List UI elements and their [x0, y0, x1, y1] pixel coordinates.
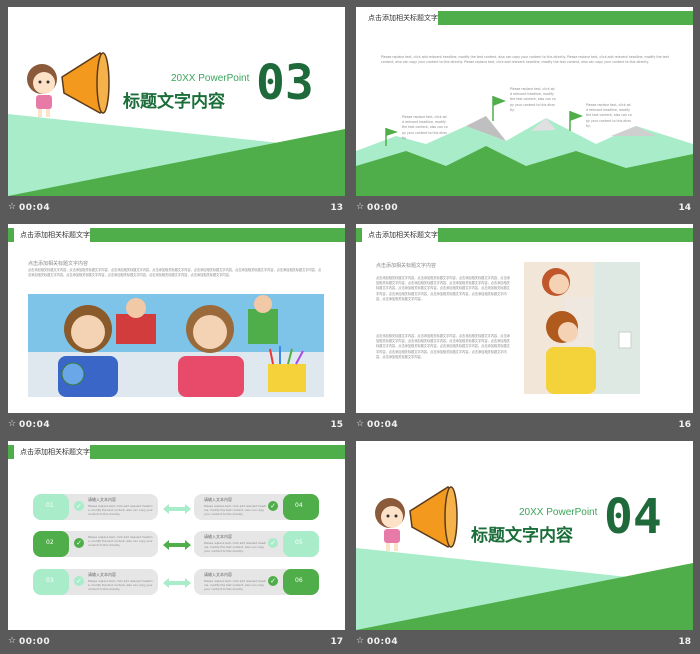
- step-05-text: Please replace text, click add relevant …: [204, 541, 266, 554]
- slide-13-chinese-title: 标题文字内容: [123, 92, 225, 112]
- slide-thumbnail-14[interactable]: 点击添加相关标题文字 Please replace text, click ad…: [356, 7, 693, 220]
- slide-13-english-title: 20XX PowerPoint: [171, 73, 250, 84]
- slide-17-number: 17: [330, 637, 343, 647]
- slide-16-body-2: 点击添加相关标题文字内容，点击添加相关标题文字内容，点击添加相关标题文字内容，点…: [376, 334, 510, 359]
- slide-16-header-title: 点击添加相关标题文字: [368, 231, 438, 239]
- slide-14-flag-text-1: Please replace text, click add relevant …: [402, 115, 448, 140]
- check-icon: ✓: [268, 576, 278, 586]
- slide-14-timing: 00:00: [367, 203, 399, 213]
- girl-megaphone-illustration: [375, 486, 458, 551]
- slide-18-number: 18: [678, 637, 691, 647]
- check-icon: ✓: [74, 538, 84, 548]
- slide-13-timing: 00:04: [19, 203, 51, 213]
- step-06-text: Please replace text, click add relevant …: [204, 579, 266, 592]
- slide-13-footer: ☆ 00:04 13: [8, 200, 345, 218]
- slide-15-body: 点击添加相关标题文字内容，点击添加相关标题文字内容，点击添加相关标题文字内容，点…: [28, 268, 322, 278]
- check-icon: ✓: [268, 501, 278, 511]
- step-03-title: 请输入文本内容: [88, 572, 116, 577]
- slide-14-header-title: 点击添加相关标题文字: [368, 14, 438, 22]
- slide-13-section-number: 03: [256, 55, 314, 111]
- slide-16-number: 16: [678, 420, 691, 430]
- step-05-number: 05: [295, 539, 303, 546]
- step-03-text: Please replace text, click add relevant …: [88, 579, 153, 592]
- slide-15-header-title: 点击添加相关标题文字: [20, 231, 90, 239]
- slide-15-canvas: 点击添加相关标题文字 点击添加相关标题文字内容 点击添加相关标题文字内容，点击添…: [8, 224, 345, 413]
- slide-17-timing: 00:00: [19, 637, 51, 647]
- slide-16-footer: ☆ 00:04 16: [356, 417, 693, 435]
- check-icon: ✓: [74, 576, 84, 586]
- slide-13-canvas: 20XX PowerPoint 标题文字内容 03: [8, 7, 345, 196]
- step-04-title: 请输入文本内容: [204, 497, 232, 502]
- star-icon: ☆: [8, 636, 17, 646]
- star-icon: ☆: [8, 202, 17, 212]
- step-06-number: 06: [295, 577, 303, 584]
- step-01-number: 01: [46, 502, 54, 509]
- slide-18-english-title: 20XX PowerPoint: [519, 507, 598, 518]
- slide-17-canvas: 点击添加相关标题文字 01 ✓ 请输入文本内容 Please replace t…: [8, 441, 345, 630]
- step-04-text: Please replace text, click add relevant …: [204, 504, 266, 517]
- girl-megaphone-illustration: [27, 52, 110, 117]
- slide-13-number: 13: [330, 203, 343, 213]
- slide-15-number: 15: [330, 420, 343, 430]
- slide-16-body-1: 点击添加相关标题文字内容，点击添加相关标题文字内容，点击添加相关标题文字内容，点…: [376, 276, 510, 301]
- step-03-number: 03: [46, 577, 54, 584]
- star-icon: ☆: [8, 419, 17, 429]
- slide-15-subtitle: 点击添加相关标题文字内容: [28, 261, 89, 267]
- slide-17-header-bar: 点击添加相关标题文字: [8, 445, 345, 459]
- slide-14-canvas: 点击添加相关标题文字 Please replace text, click ad…: [356, 7, 693, 196]
- slide-thumbnail-13[interactable]: 20XX PowerPoint 标题文字内容 03 ☆ 00:04 13: [8, 7, 345, 220]
- slide-14-footer: ☆ 00:00 14: [356, 200, 693, 218]
- slide-18-timing: 00:04: [367, 637, 399, 647]
- slide-14-flag-text-3: Please replace text, click add relevant …: [586, 103, 632, 128]
- slide-16-subtitle: 点击添加相关标题文字内容: [376, 263, 437, 269]
- check-icon: ✓: [268, 538, 278, 548]
- slide-16-timing: 00:04: [367, 420, 399, 430]
- slide-thumbnail-18[interactable]: 20XX PowerPoint 标题文字内容 04 ☆ 00:04 18: [356, 441, 693, 654]
- slide-18-chinese-title: 标题文字内容: [471, 526, 573, 546]
- slide-thumbnail-16[interactable]: 点击添加相关标题文字 点击添加相关标题文字内容 点击添加相关标题文字内容，点击添…: [356, 224, 693, 437]
- slide-17-header-title: 点击添加相关标题文字: [20, 448, 90, 456]
- slide-18-footer: ☆ 00:04 18: [356, 634, 693, 652]
- slide-15-footer: ☆ 00:04 15: [8, 417, 345, 435]
- step-02-text: Please replace text, click add relevant …: [88, 535, 153, 548]
- slide-18-canvas: 20XX PowerPoint 标题文字内容 04: [356, 441, 693, 630]
- slide-17-footer: ☆ 00:00 17: [8, 634, 345, 652]
- slide-14-flag-text-2: Please replace text, click add relevant …: [510, 87, 556, 112]
- step-06-title: 请输入文本内容: [204, 572, 232, 577]
- step-01-text: Please replace text, click add relevant …: [88, 504, 153, 517]
- star-icon: ☆: [356, 636, 365, 646]
- step-01-title: 请输入文本内容: [88, 497, 116, 502]
- step-05-title: 请输入文本内容: [204, 534, 232, 539]
- slide-14-number: 14: [678, 203, 691, 213]
- step-02-number: 02: [46, 539, 54, 546]
- slide-thumbnail-17[interactable]: 点击添加相关标题文字 01 ✓ 请输入文本内容 Please replace t…: [8, 441, 345, 654]
- slide-14-body: Please replace text, click add relevant …: [381, 55, 669, 65]
- slide-16-header-bar: 点击添加相关标题文字: [356, 228, 693, 242]
- check-icon: ✓: [74, 501, 84, 511]
- slide-18-section-number: 04: [604, 489, 662, 545]
- slide-15-timing: 00:04: [19, 420, 51, 430]
- slide-14-header-bar: 点击添加相关标题文字: [356, 11, 693, 25]
- star-icon: ☆: [356, 419, 365, 429]
- slide-16-canvas: 点击添加相关标题文字 点击添加相关标题文字内容 点击添加相关标题文字内容，点击添…: [356, 224, 693, 413]
- slide-15-header-bar: 点击添加相关标题文字: [8, 228, 345, 242]
- children-classroom-photo: [28, 294, 324, 397]
- step-04-number: 04: [295, 502, 303, 509]
- star-icon: ☆: [356, 202, 365, 212]
- slide-thumbnail-15[interactable]: 点击添加相关标题文字 点击添加相关标题文字内容 点击添加相关标题文字内容，点击添…: [8, 224, 345, 437]
- teacher-student-photo: [524, 262, 640, 394]
- double-arrows-icon: [163, 504, 191, 588]
